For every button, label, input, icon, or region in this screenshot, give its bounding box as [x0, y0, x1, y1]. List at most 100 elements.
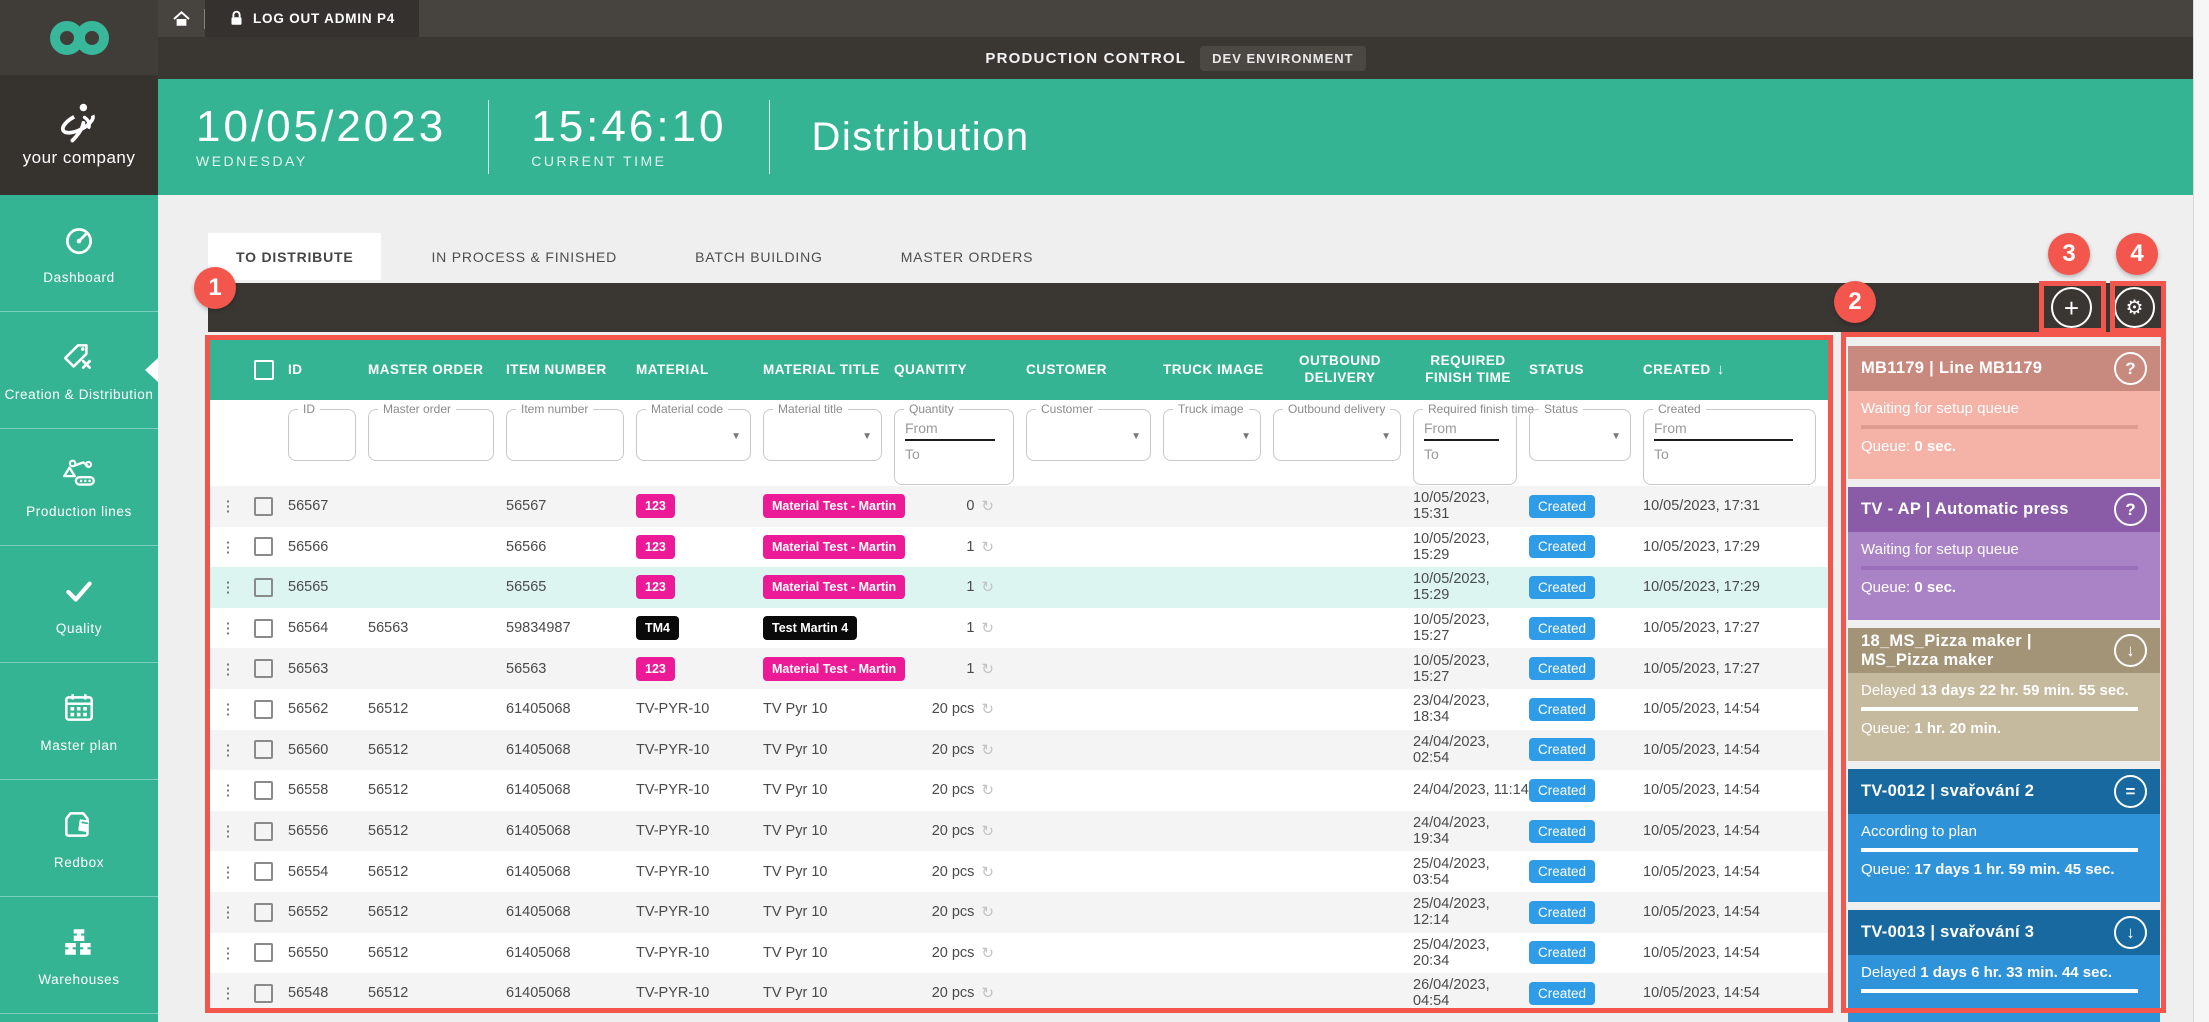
logout-button[interactable]: LOG OUT ADMIN P4 — [205, 0, 419, 37]
filter-to-field[interactable]: To — [1654, 446, 1805, 462]
row-menu-button[interactable]: ⋮ — [210, 863, 246, 881]
sidebar-item-creation-distribution[interactable]: Creation & Distribution — [0, 312, 158, 429]
filter-outbound-delivery[interactable]: Outbound delivery▼ — [1273, 409, 1401, 461]
row-menu-button[interactable]: ⋮ — [210, 781, 246, 799]
filter-customer[interactable]: Customer▼ — [1026, 409, 1151, 461]
row-menu-button[interactable]: ⋮ — [210, 984, 246, 1002]
tab-to-distribute[interactable]: TO DISTRIBUTE — [208, 233, 381, 280]
table-row[interactable]: ⋮565605651261405068TV-PYR-10TV Pyr 1020 … — [210, 730, 1828, 771]
row-checkbox[interactable] — [254, 903, 273, 922]
filter-quantity[interactable]: QuantityFromTo — [894, 409, 1014, 485]
select-all-checkbox[interactable] — [254, 360, 274, 380]
page-scrollbar[interactable] — [2193, 0, 2209, 1022]
sidebar-item-dashboard[interactable]: Dashboard — [0, 195, 158, 312]
row-checkbox[interactable] — [254, 740, 273, 759]
column-header-created[interactable]: CREATED↓ — [1643, 361, 1828, 380]
filter-required-finish-time[interactable]: Required finish timeFromTo — [1413, 409, 1517, 485]
tab-in-process-finished[interactable]: IN PROCESS & FINISHED — [403, 233, 645, 280]
column-header-select[interactable] — [246, 360, 288, 380]
app-logo[interactable] — [0, 0, 158, 75]
sidebar-item-master-plan[interactable]: Master plan — [0, 663, 158, 780]
table-row[interactable]: ⋮565485651261405068TV-PYR-10TV Pyr 1020 … — [210, 973, 1828, 1013]
table-row[interactable]: ⋮565505651261405068TV-PYR-10TV Pyr 1020 … — [210, 933, 1828, 974]
row-menu-button[interactable]: ⋮ — [210, 903, 246, 921]
row-menu-button[interactable]: ⋮ — [210, 538, 246, 556]
sidebar-item-redbox[interactable]: Redbox — [0, 780, 158, 897]
column-header-master_order[interactable]: MASTER ORDER — [368, 362, 506, 379]
production-line-card[interactable]: TV-0012 | svařování 2=According to planQ… — [1848, 769, 2160, 902]
row-menu-button[interactable]: ⋮ — [210, 741, 246, 759]
equals-icon[interactable]: = — [2114, 775, 2147, 808]
table-row[interactable]: ⋮565585651261405068TV-PYR-10TV Pyr 1020 … — [210, 770, 1828, 811]
row-checkbox[interactable] — [254, 943, 273, 962]
production-line-card[interactable]: TV - AP | Automatic press?Waiting for se… — [1848, 487, 2160, 620]
sidebar-item-production-lines[interactable]: Production lines — [0, 429, 158, 546]
add-button[interactable]: + — [2051, 287, 2092, 328]
column-header-status[interactable]: STATUS — [1529, 362, 1643, 379]
home-button[interactable] — [158, 0, 204, 37]
sort-desc-icon[interactable]: ↓ — [1717, 361, 1725, 378]
row-menu-button[interactable]: ⋮ — [210, 619, 246, 637]
settings-button[interactable]: ⚙ — [2114, 287, 2155, 328]
table-row[interactable]: ⋮565545651261405068TV-PYR-10TV Pyr 1020 … — [210, 851, 1828, 892]
column-header-item_number[interactable]: ITEM NUMBER — [506, 362, 636, 379]
chevron-down-icon[interactable]: ▼ — [1241, 431, 1251, 442]
column-header-material[interactable]: MATERIAL — [636, 362, 763, 379]
chevron-down-icon[interactable]: ▼ — [862, 431, 872, 442]
filter-from-field[interactable]: From — [1654, 420, 1805, 436]
tab-batch-building[interactable]: BATCH BUILDING — [667, 233, 851, 280]
arrow-down-icon[interactable]: ↓ — [2114, 634, 2147, 667]
column-header-material_title[interactable]: MATERIAL TITLE — [763, 362, 894, 379]
filter-master-order[interactable]: Master order — [368, 409, 494, 461]
chevron-down-icon[interactable]: ▼ — [731, 431, 741, 442]
filter-material-title[interactable]: Material title▼ — [763, 409, 882, 461]
filter-from-field[interactable]: From — [1424, 420, 1506, 436]
chevron-down-icon[interactable]: ▼ — [1611, 431, 1621, 442]
table-row[interactable]: ⋮565625651261405068TV-PYR-10TV Pyr 1020 … — [210, 689, 1828, 730]
chevron-down-icon[interactable]: ▼ — [1131, 431, 1141, 442]
tab-master-orders[interactable]: MASTER ORDERS — [873, 233, 1062, 280]
filter-status[interactable]: Status▼ — [1529, 409, 1631, 461]
row-menu-button[interactable]: ⋮ — [210, 660, 246, 678]
row-checkbox[interactable] — [254, 619, 273, 638]
filter-from-field[interactable]: From — [905, 420, 1003, 436]
question-icon[interactable]: ? — [2114, 352, 2147, 385]
column-header-truck_image[interactable]: TRUCK IMAGE — [1163, 362, 1273, 379]
row-checkbox[interactable] — [254, 700, 273, 719]
row-checkbox[interactable] — [254, 537, 273, 556]
filter-id[interactable]: ID — [288, 409, 356, 461]
production-line-card[interactable]: 18_MS_Pizza maker | MS_Pizza maker↓Delay… — [1848, 628, 2160, 761]
row-checkbox[interactable] — [254, 862, 273, 881]
column-header-id[interactable]: ID — [288, 362, 368, 379]
sidebar-item-warehouses[interactable]: Warehouses — [0, 897, 158, 1014]
arrow-down-icon[interactable]: ↓ — [2114, 916, 2147, 949]
filter-material-code[interactable]: Material code▼ — [636, 409, 751, 461]
row-menu-button[interactable]: ⋮ — [210, 578, 246, 596]
table-row[interactable]: ⋮565645656359834987TM4Test Martin 41↻10/… — [210, 608, 1828, 649]
chevron-down-icon[interactable]: ▼ — [1381, 431, 1391, 442]
row-checkbox[interactable] — [254, 984, 273, 1003]
row-menu-button[interactable]: ⋮ — [210, 822, 246, 840]
question-icon[interactable]: ? — [2114, 493, 2147, 526]
row-checkbox[interactable] — [254, 822, 273, 841]
column-header-customer[interactable]: CUSTOMER — [1026, 362, 1163, 379]
column-header-quantity[interactable]: QUANTITY — [894, 362, 1026, 379]
filter-item-number[interactable]: Item number — [506, 409, 624, 461]
row-menu-button[interactable]: ⋮ — [210, 700, 246, 718]
filter-created[interactable]: CreatedFromTo — [1643, 409, 1816, 485]
table-row[interactable]: ⋮565525651261405068TV-PYR-10TV Pyr 1020 … — [210, 892, 1828, 933]
filter-to-field[interactable]: To — [905, 446, 1003, 462]
table-row[interactable]: ⋮5656556565123Material Test - Martin1↻10… — [210, 567, 1828, 608]
table-row[interactable]: ⋮565565651261405068TV-PYR-10TV Pyr 1020 … — [210, 811, 1828, 852]
row-menu-button[interactable]: ⋮ — [210, 944, 246, 962]
table-row[interactable]: ⋮5656656566123Material Test - Martin1↻10… — [210, 527, 1828, 568]
filter-to-field[interactable]: To — [1424, 446, 1506, 462]
column-header-required_finish_time[interactable]: REQUIRED FINISH TIME — [1413, 353, 1529, 387]
row-checkbox[interactable] — [254, 578, 273, 597]
row-menu-button[interactable]: ⋮ — [210, 497, 246, 515]
table-row[interactable]: ⋮5656356563123Material Test - Martin1↻10… — [210, 648, 1828, 689]
row-checkbox[interactable] — [254, 497, 273, 516]
sidebar-item-quality[interactable]: Quality — [0, 546, 158, 663]
column-header-outbound_delivery[interactable]: OUTBOUND DELIVERY — [1273, 353, 1413, 387]
row-checkbox[interactable] — [254, 659, 273, 678]
